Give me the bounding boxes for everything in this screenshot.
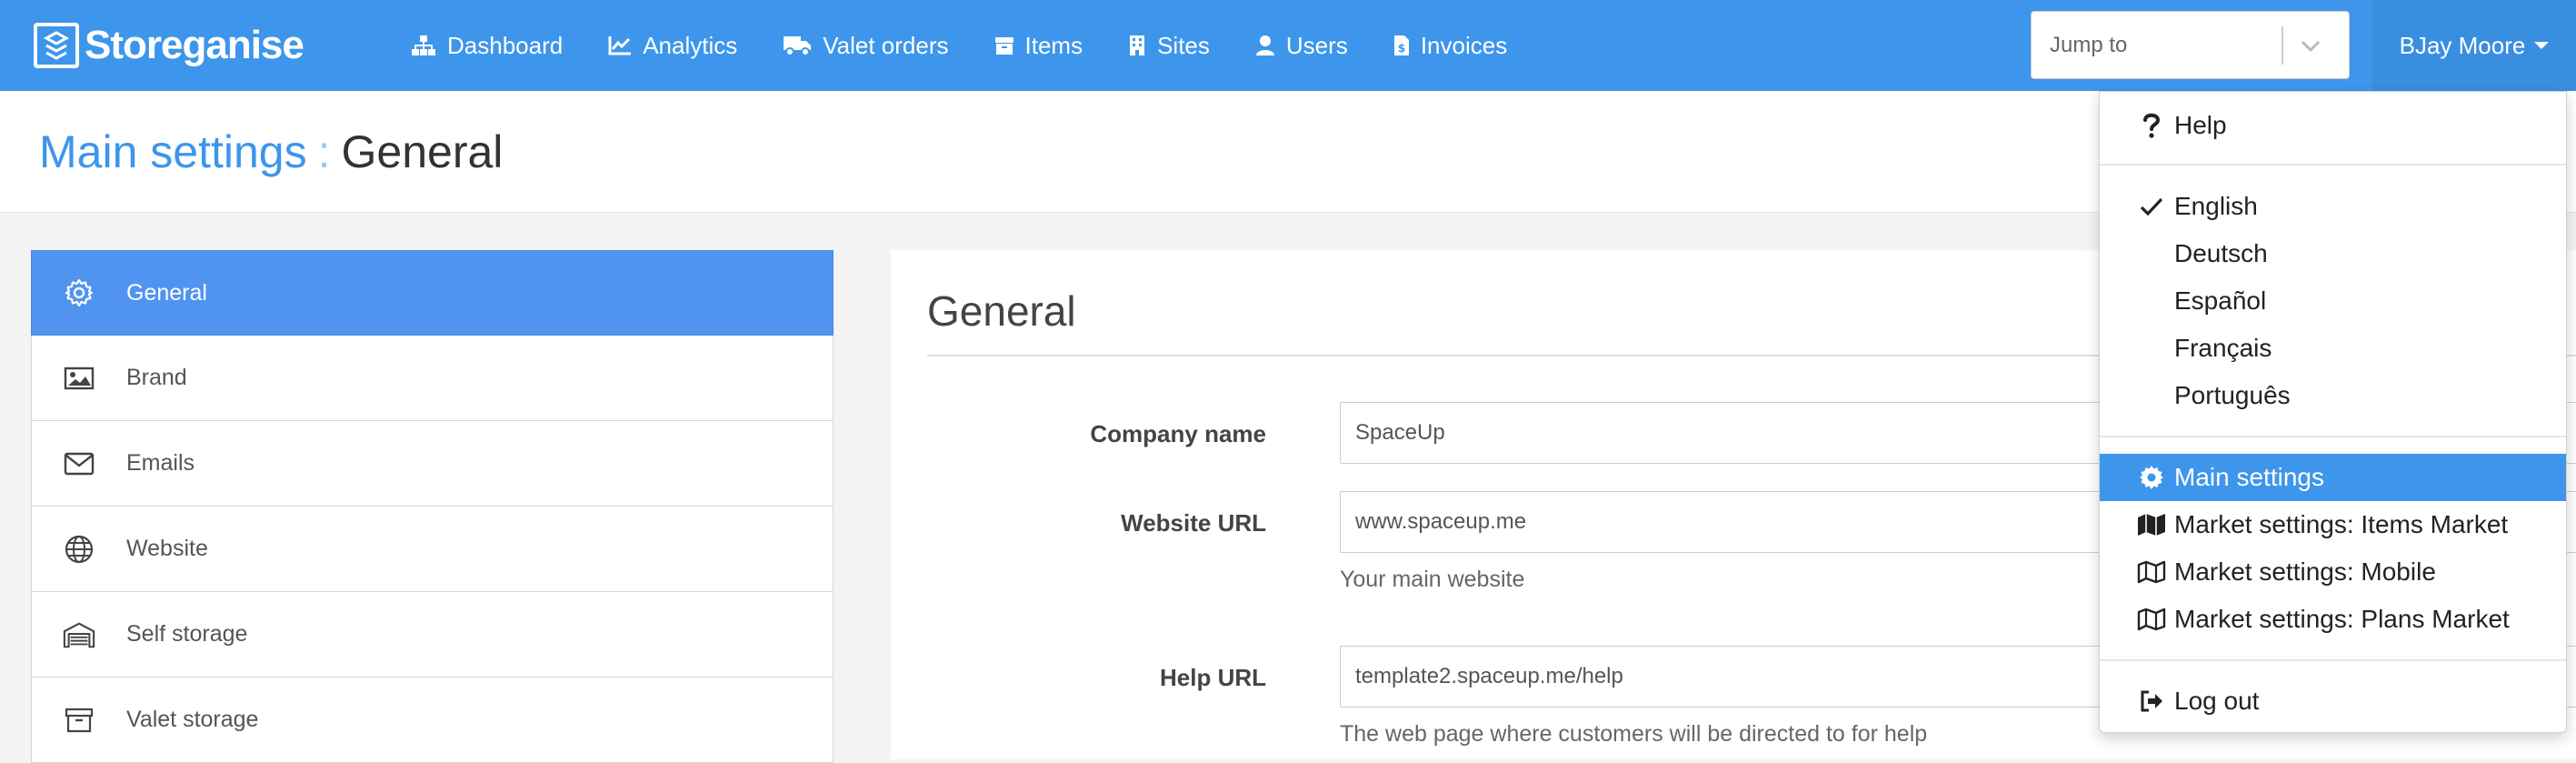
- sitemap-icon: [412, 35, 435, 55]
- menu-item-label: Español: [2174, 286, 2267, 315]
- nav-valet-orders[interactable]: Valet orders: [783, 31, 949, 60]
- breadcrumb-current: General: [341, 126, 504, 177]
- website-url-label: Website URL: [1121, 509, 1266, 537]
- chevron-down-icon[interactable]: [2297, 32, 2324, 64]
- jump-to-select[interactable]: [2031, 11, 2350, 79]
- menu-item-label: Help: [2174, 111, 2227, 139]
- nav-analytics-label: Analytics: [643, 31, 738, 59]
- image-icon: [63, 362, 95, 395]
- website-url-help: Your main website: [1340, 567, 1525, 592]
- menu-item-label: Market settings: Plans Market: [2174, 605, 2510, 633]
- menu-item-logout[interactable]: Log out: [2100, 678, 2566, 725]
- map-outline-icon: [2136, 548, 2167, 596]
- check-icon: [2136, 183, 2167, 230]
- sign-out-icon: [2136, 678, 2167, 725]
- brand-name: Storeganise: [85, 23, 305, 67]
- archive-icon: [994, 37, 1013, 55]
- map-icon: [2136, 501, 2167, 548]
- menu-item-label: Main settings: [2174, 463, 2324, 491]
- question-icon: [2136, 102, 2167, 149]
- menu-divider: [2100, 436, 2566, 437]
- logo-mark-icon: [34, 23, 79, 68]
- sidebar-item-brand[interactable]: Brand: [31, 336, 834, 421]
- panel-title: General: [927, 287, 1076, 335]
- menu-item-language-english[interactable]: English: [2100, 183, 2566, 230]
- chart-line-icon: [608, 36, 632, 55]
- menu-item-market-items[interactable]: Market settings: Items Market: [2100, 501, 2566, 548]
- caret-down-icon: [2534, 42, 2550, 49]
- user-name: BJay Moore: [2399, 31, 2526, 59]
- user-icon: [1255, 35, 1274, 55]
- sidebar-item-label: Website: [126, 536, 208, 561]
- menu-item-language-deutsch[interactable]: Deutsch: [2100, 230, 2566, 277]
- sidebar-item-emails[interactable]: Emails: [31, 421, 834, 507]
- breadcrumb-main-settings[interactable]: Main settings: [39, 126, 307, 177]
- nav-sites[interactable]: Sites: [1128, 32, 1210, 60]
- page-title: Main settings: General: [39, 125, 503, 178]
- menu-item-language-espanol[interactable]: Español: [2100, 277, 2566, 325]
- menu-item-market-plans[interactable]: Market settings: Plans Market: [2100, 596, 2566, 643]
- jump-to-separator: [2281, 26, 2283, 65]
- sidebar-item-label: Brand: [126, 365, 187, 390]
- sidebar-item-label: Emails: [126, 450, 195, 476]
- jump-to-input[interactable]: [2032, 12, 2281, 78]
- menu-item-market-mobile[interactable]: Market settings: Mobile: [2100, 548, 2566, 596]
- menu-item-label: Log out: [2174, 687, 2260, 715]
- menu-item-label: Market settings: Mobile: [2174, 557, 2436, 586]
- nav-invoices-label: Invoices: [1420, 31, 1508, 59]
- main-nav: Dashboard Analytics Valet orders Items S…: [411, 0, 1553, 91]
- nav-analytics[interactable]: Analytics: [608, 32, 737, 60]
- menu-item-language-portugues[interactable]: Português: [2100, 372, 2566, 419]
- menu-item-label: Deutsch: [2174, 239, 2268, 267]
- menu-divider: [2100, 659, 2566, 661]
- breadcrumb-separator: :: [317, 126, 331, 177]
- menu-item-main-settings[interactable]: Main settings: [2100, 454, 2566, 501]
- sidebar-item-valet-storage[interactable]: Valet storage: [31, 678, 834, 763]
- map-outline-icon: [2136, 596, 2167, 643]
- user-menu-toggle[interactable]: BJay Moore: [2372, 0, 2576, 91]
- menu-divider: [2100, 164, 2566, 166]
- company-name-label: Company name: [1090, 420, 1266, 447]
- sidebar-item-self-storage[interactable]: Self storage: [31, 592, 834, 678]
- nav-items[interactable]: Items: [994, 32, 1083, 60]
- help-url-label: Help URL: [1160, 664, 1266, 691]
- svg-text:$: $: [1398, 42, 1405, 55]
- archive-icon: [63, 704, 95, 737]
- menu-item-language-francais[interactable]: Français: [2100, 325, 2566, 372]
- globe-icon: [63, 533, 95, 566]
- envelope-icon: [63, 447, 95, 480]
- nav-users-label: Users: [1285, 31, 1348, 59]
- nav-dashboard-label: Dashboard: [447, 31, 564, 59]
- sidebar-item-website[interactable]: Website: [31, 507, 834, 592]
- nav-dashboard[interactable]: Dashboard: [411, 32, 563, 60]
- menu-item-label: Português: [2174, 381, 2291, 409]
- nav-users[interactable]: Users: [1255, 32, 1348, 60]
- help-url-help: The web page where customers will be dir…: [1340, 721, 1928, 747]
- sidebar-item-label: Valet storage: [126, 707, 259, 732]
- warehouse-icon: [63, 618, 95, 651]
- gear-icon: [2136, 454, 2167, 501]
- truck-icon: [784, 36, 812, 56]
- nav-valet-orders-label: Valet orders: [823, 31, 949, 59]
- menu-item-label: Market settings: Items Market: [2174, 510, 2509, 538]
- top-navbar: Storeganise Dashboard Analytics Valet or…: [0, 0, 2576, 91]
- file-invoice-icon: $: [1393, 35, 1409, 55]
- menu-item-help[interactable]: Help: [2100, 102, 2566, 149]
- nav-items-label: Items: [1024, 31, 1083, 59]
- nav-invoices[interactable]: $ Invoices: [1393, 32, 1507, 60]
- menu-item-label: English: [2174, 192, 2258, 220]
- gear-icon: [63, 276, 95, 309]
- brand-logo[interactable]: Storeganise: [34, 23, 305, 68]
- building-icon: [1130, 35, 1145, 55]
- sidebar-item-label: Self storage: [126, 621, 248, 647]
- sidebar-item-general[interactable]: General: [31, 250, 834, 336]
- sidebar-item-label: General: [126, 279, 207, 306]
- nav-sites-label: Sites: [1157, 31, 1210, 59]
- menu-item-label: Français: [2174, 334, 2272, 362]
- settings-sidebar: General Brand Emails Website Self storag…: [31, 250, 834, 763]
- user-dropdown-menu: Help English Deutsch Español Français Po…: [2099, 91, 2567, 733]
